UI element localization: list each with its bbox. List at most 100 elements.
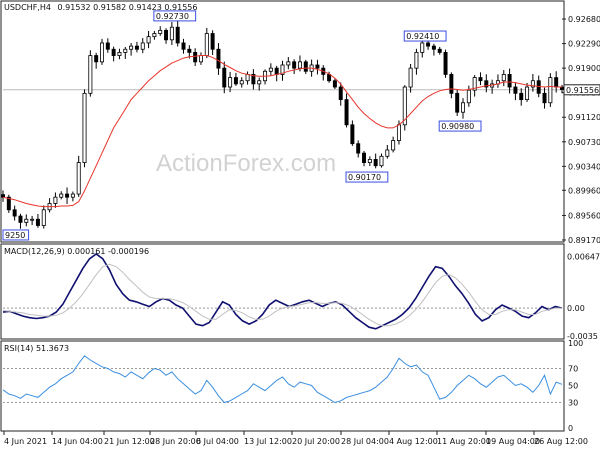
candle-body bbox=[420, 42, 425, 53]
candle-body bbox=[65, 193, 70, 198]
candle-body bbox=[426, 42, 431, 47]
price-tick-label: 0.92290 bbox=[568, 40, 600, 49]
rsi-tick-label: 70 bbox=[568, 365, 578, 374]
candle-body bbox=[525, 86, 530, 101]
candle-body bbox=[216, 48, 221, 69]
price-tick-label: 0.89170 bbox=[568, 236, 600, 245]
candle-body bbox=[12, 209, 17, 217]
candle-body bbox=[437, 48, 442, 53]
candle-body bbox=[466, 89, 471, 104]
candle-body bbox=[367, 159, 372, 163]
candle-body bbox=[536, 80, 541, 94]
candle-body bbox=[385, 149, 390, 157]
time-tick-label: 21 Jun 12:00 bbox=[104, 437, 155, 446]
candle-body bbox=[111, 48, 116, 56]
candle-body bbox=[443, 52, 448, 75]
candle-body bbox=[338, 86, 343, 101]
candle-body bbox=[315, 64, 320, 69]
price-tick-label: 0.89560 bbox=[568, 211, 600, 220]
time-tick-label: 4 Aug 12:00 bbox=[389, 437, 438, 446]
current-price-label: 0.91556 bbox=[566, 86, 599, 95]
candle-body bbox=[18, 215, 23, 223]
rsi-panel-title: RSI(14) 51.3673 bbox=[4, 344, 69, 353]
time-tick-label: 20 Jul 20:00 bbox=[292, 437, 340, 446]
candle-body bbox=[210, 33, 215, 50]
candle-body bbox=[513, 86, 518, 94]
candle-body bbox=[268, 67, 273, 72]
candle-body bbox=[233, 77, 238, 85]
time-tick-label: 4 Jun 2021 bbox=[4, 437, 47, 446]
candle-body bbox=[449, 74, 454, 94]
candle-body bbox=[228, 77, 233, 88]
candle-body bbox=[134, 45, 139, 50]
candle-body bbox=[332, 80, 337, 88]
candle-body bbox=[257, 80, 262, 85]
rsi-tick-label: 50 bbox=[568, 382, 578, 391]
candle-body bbox=[123, 48, 128, 53]
candle-body bbox=[478, 77, 483, 82]
candle-body bbox=[94, 55, 99, 63]
candle-body bbox=[373, 159, 378, 167]
candle-body bbox=[431, 45, 436, 50]
time-tick-label: 14 Jun 04:00 bbox=[52, 437, 103, 446]
candle-body bbox=[1, 194, 5, 198]
candle-body bbox=[461, 102, 465, 113]
candle-body bbox=[286, 61, 291, 66]
price-tag-label: 0.90170 bbox=[348, 173, 381, 182]
rsi-tick-label: 0 bbox=[568, 424, 573, 433]
candle-body bbox=[53, 196, 58, 204]
price-tick-label: 0.92680 bbox=[568, 15, 600, 24]
candle-body bbox=[100, 42, 104, 63]
candle-body bbox=[30, 218, 35, 221]
time-tick-label: 13 Jul 12:00 bbox=[244, 437, 292, 446]
candle-body bbox=[198, 55, 203, 63]
candle-body bbox=[245, 74, 250, 82]
candle-body bbox=[548, 77, 553, 104]
price-tick-label: 0.91120 bbox=[568, 113, 600, 122]
candle-body bbox=[117, 52, 122, 56]
candle-body bbox=[507, 74, 512, 88]
price-tick-label: 0.90730 bbox=[568, 138, 600, 147]
candle-body bbox=[41, 209, 46, 226]
price-tag-label: 0.92410 bbox=[406, 32, 439, 41]
price-tag-label: 0.90980 bbox=[441, 122, 474, 131]
symbol-label: USDCHF,H4 bbox=[4, 3, 51, 12]
chart-canvas: ActionForex.com USDCHF,H4 0.91532 0.9158… bbox=[0, 0, 600, 450]
candle-body bbox=[175, 26, 180, 44]
candle-body bbox=[356, 143, 361, 154]
price-tick-label: 0.91900 bbox=[568, 64, 600, 73]
candle-body bbox=[152, 33, 157, 38]
candle-body bbox=[239, 80, 244, 85]
rsi-tick-label: 100 bbox=[568, 339, 583, 348]
macd-tick-label: 0.006473 bbox=[567, 253, 600, 262]
candle-body bbox=[297, 61, 302, 69]
candle-body bbox=[408, 67, 413, 88]
candle-body bbox=[350, 124, 355, 145]
candle-body bbox=[292, 61, 297, 69]
candle-body bbox=[140, 42, 145, 50]
candle-body bbox=[542, 92, 547, 104]
candle-body bbox=[274, 67, 279, 75]
candle-body bbox=[105, 42, 110, 50]
candle-body bbox=[303, 61, 308, 72]
candle-body bbox=[391, 140, 396, 151]
time-tick-label: 19 Aug 04:00 bbox=[486, 437, 540, 446]
candle-body bbox=[554, 77, 559, 88]
candle-body bbox=[396, 124, 401, 141]
candle-body bbox=[82, 92, 87, 163]
macd-tick-label: 0.00 bbox=[567, 304, 585, 313]
time-tick-label: 6 Jul 04:00 bbox=[196, 437, 239, 446]
watermark: ActionForex.com bbox=[156, 150, 336, 177]
candle-body bbox=[169, 26, 174, 41]
candle-body bbox=[501, 74, 506, 82]
time-tick-label: 28 Jun 20:00 bbox=[150, 437, 201, 446]
candle-body bbox=[146, 36, 151, 44]
candle-body bbox=[379, 155, 384, 167]
candle-body bbox=[181, 42, 186, 50]
candle-body bbox=[344, 99, 349, 126]
candle-body bbox=[222, 67, 227, 88]
price-tag-label: 0.92730 bbox=[156, 12, 189, 21]
time-tick-label: 26 Aug 12:00 bbox=[534, 437, 588, 446]
price-tag-label: 9250 bbox=[5, 231, 25, 240]
candle-body bbox=[327, 74, 332, 82]
